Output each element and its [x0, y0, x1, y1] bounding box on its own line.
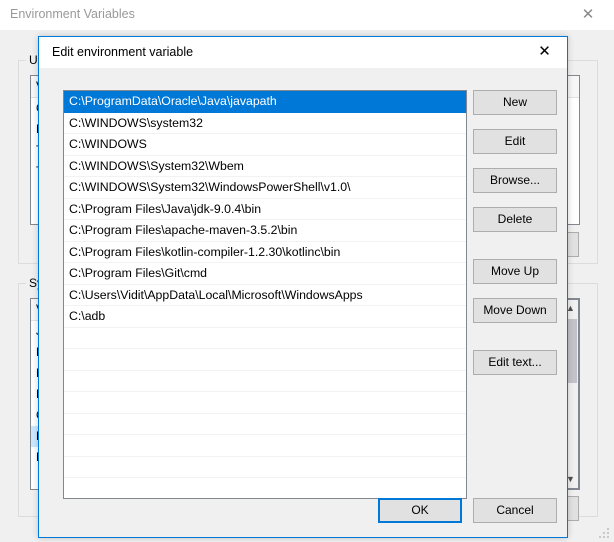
dialog-titlebar: Edit environment variable ✕ — [39, 37, 567, 68]
close-icon[interactable]: ✕ — [522, 37, 567, 66]
list-item[interactable]: C:\WINDOWS\system32 — [64, 113, 466, 134]
list-item-empty[interactable] — [64, 392, 466, 414]
browse-button[interactable]: Browse... — [473, 168, 557, 193]
new-button[interactable]: New — [473, 90, 557, 115]
close-icon[interactable]: ✕ — [570, 2, 606, 28]
list-item[interactable]: C:\WINDOWS\System32\Wbem — [64, 156, 466, 177]
cancel-button[interactable]: Cancel — [473, 498, 557, 523]
list-item[interactable]: C:\Program Files\Git\cmd — [64, 263, 466, 285]
list-item[interactable]: C:\Users\Vidit\AppData\Local\Microsoft\W… — [64, 285, 466, 306]
list-item[interactable]: C:\adb — [64, 306, 466, 328]
list-item-empty[interactable] — [64, 435, 466, 457]
list-item-empty[interactable] — [64, 371, 466, 392]
move-down-button[interactable]: Move Down — [473, 298, 557, 323]
move-up-button[interactable]: Move Up — [473, 259, 557, 284]
list-item-empty[interactable] — [64, 457, 466, 478]
delete-button[interactable]: Delete — [473, 207, 557, 232]
edit-environment-variable-dialog: Edit environment variable ✕ C:\ProgramDa… — [38, 36, 568, 538]
list-item-empty[interactable] — [64, 414, 466, 435]
resize-grip-icon[interactable] — [599, 528, 611, 540]
list-item[interactable]: C:\ProgramData\Oracle\Java\javapath — [64, 91, 466, 113]
background-window-titlebar: Environment Variables ✕ — [0, 0, 614, 31]
edit-text-button[interactable]: Edit text... — [473, 350, 557, 375]
list-item[interactable]: C:\WINDOWS\System32\WindowsPowerShell\v1… — [64, 177, 466, 199]
list-item[interactable]: C:\Program Files\kotlin-compiler-1.2.30\… — [64, 242, 466, 263]
path-entries-list[interactable]: C:\ProgramData\Oracle\Java\javapath C:\W… — [63, 90, 467, 499]
background-window-title: Environment Variables — [10, 7, 135, 21]
list-item[interactable]: C:\Program Files\apache-maven-3.5.2\bin — [64, 220, 466, 242]
list-item[interactable]: C:\WINDOWS — [64, 134, 466, 156]
dialog-title: Edit environment variable — [52, 45, 194, 59]
ok-button[interactable]: OK — [378, 498, 462, 523]
list-item[interactable]: C:\Program Files\Java\jdk-9.0.4\bin — [64, 199, 466, 220]
list-item-empty[interactable] — [64, 349, 466, 371]
list-item-empty[interactable] — [64, 328, 466, 349]
edit-button[interactable]: Edit — [473, 129, 557, 154]
list-item-empty[interactable] — [64, 478, 466, 498]
